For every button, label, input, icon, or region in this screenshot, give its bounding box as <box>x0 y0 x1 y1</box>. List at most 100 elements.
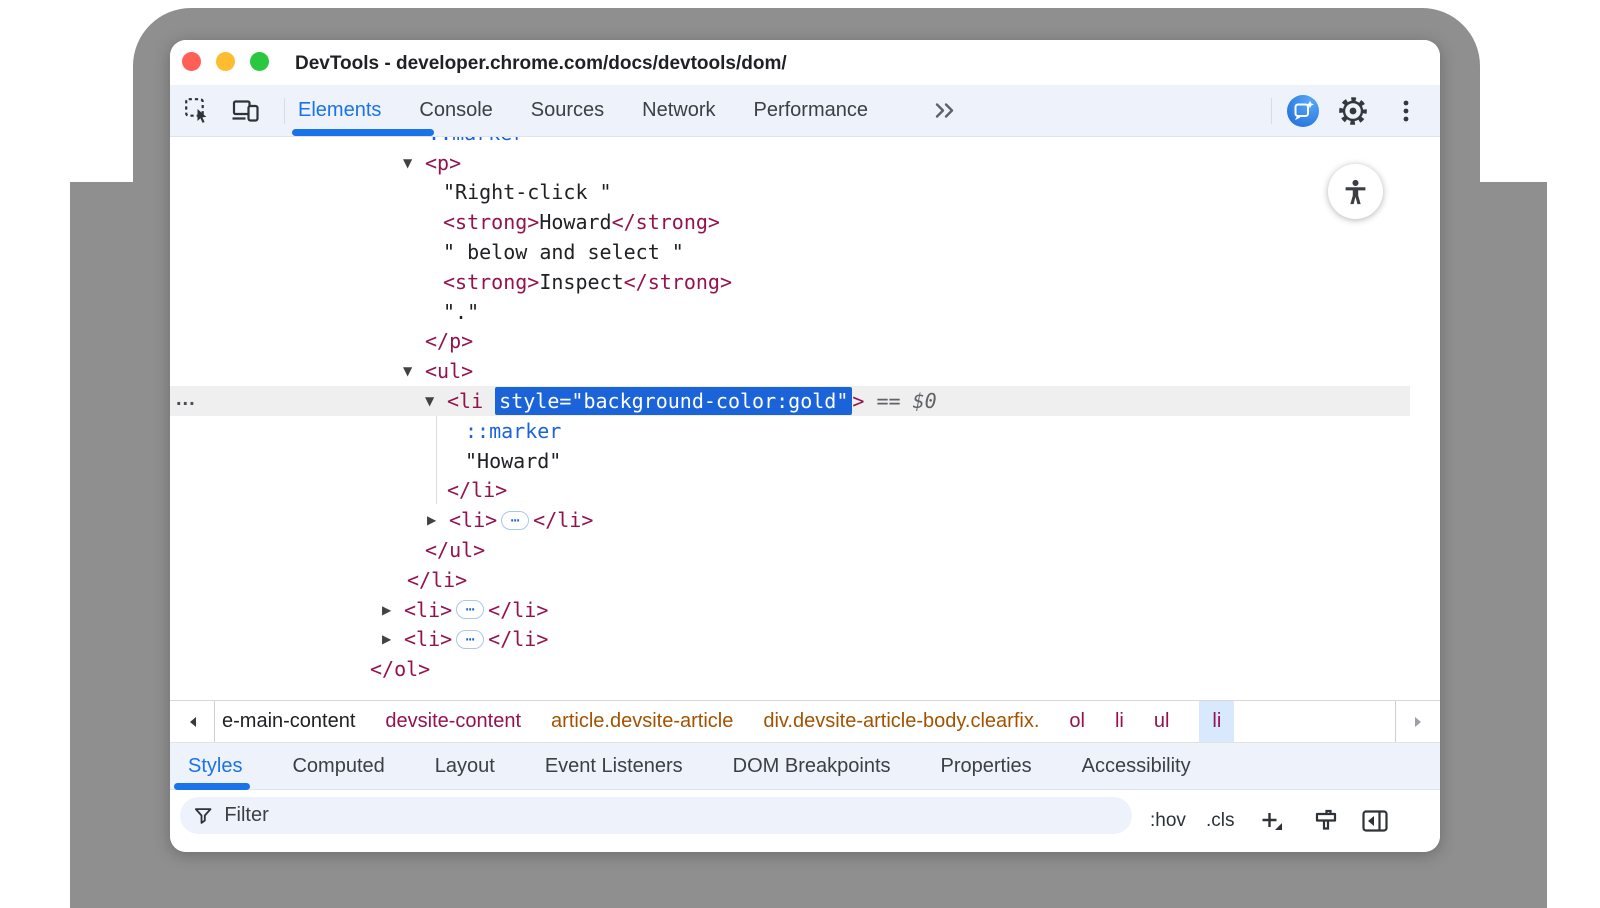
breadcrumb-scroll-right-button[interactable] <box>1395 701 1440 742</box>
dom-segment-text: "." <box>443 300 479 324</box>
collapsed-content-ellipsis[interactable]: ⋯ <box>501 511 529 530</box>
settings-gear-icon[interactable] <box>1338 96 1368 131</box>
dom-segment-tag: > <box>852 389 864 413</box>
filter-field[interactable] <box>180 797 1132 834</box>
panel-tab-event-listeners[interactable]: Event Listeners <box>545 755 683 778</box>
brush-icon[interactable] <box>1314 790 1338 852</box>
dom-segment-tag: <ul> <box>425 359 473 383</box>
sidebar-panel-tabs: Styles Computed Layout Event Listeners DOM B… <box>170 742 1440 790</box>
breadcrumb-scroll-left-button[interactable] <box>170 701 215 742</box>
breadcrumb: e-main-content devsite-content article.dev… <box>214 701 1396 742</box>
zoom-button[interactable] <box>250 52 269 71</box>
expand-arrow-icon[interactable]: ▶ <box>382 603 404 617</box>
dom-tree-row[interactable]: <strong>Howard</strong> <box>170 207 1410 237</box>
breadcrumb-item[interactable]: ol <box>1069 710 1085 733</box>
tab-performance[interactable]: Performance <box>754 99 869 122</box>
dom-segment-tag: </ul> <box>425 538 485 562</box>
dom-tree-row[interactable]: <strong>Inspect</strong> <box>170 267 1410 297</box>
dom-segment-tag: </ol> <box>370 657 430 681</box>
dom-segment-text: Inspect <box>539 270 623 294</box>
panel-tab-styles[interactable]: Styles <box>188 755 242 778</box>
filter-funnel-icon <box>194 807 212 825</box>
breadcrumb-item[interactable]: li <box>1199 701 1234 742</box>
element-classes-button[interactable]: .cls <box>1206 790 1235 852</box>
collapsed-content-ellipsis[interactable]: ⋯ <box>456 600 484 619</box>
dom-tree-row[interactable]: </li> <box>170 565 1410 595</box>
breadcrumb-item[interactable]: article.devsite-article <box>551 710 733 733</box>
dom-tree-row[interactable]: "." <box>170 297 1410 327</box>
dom-tree-row[interactable]: ▶<li>⋯</li> <box>170 505 1410 535</box>
collapsed-content-ellipsis[interactable]: ⋯ <box>456 630 484 649</box>
breadcrumb-item[interactable]: e-main-content <box>222 710 355 733</box>
panel-tab-layout[interactable]: Layout <box>435 755 495 778</box>
dom-tree-row[interactable]: "Right-click " <box>170 178 1410 208</box>
minimize-button[interactable] <box>216 52 235 71</box>
more-tabs-chevron-icon[interactable] <box>934 102 957 119</box>
breadcrumb-item[interactable]: li <box>1115 710 1124 733</box>
dom-segment-tag: </strong> <box>612 210 720 234</box>
dom-segment-tag: <p> <box>425 151 461 175</box>
accessibility-person-icon <box>1342 178 1369 205</box>
accessibility-overlay-button[interactable] <box>1328 164 1383 219</box>
dom-tree-row[interactable]: ▶<li>⋯</li> <box>170 625 1410 655</box>
dom-segment-tag: <li> <box>449 508 497 532</box>
window-titlebar[interactable]: DevTools - developer.chrome.com/docs/dev… <box>170 40 1440 85</box>
dom-tree-row[interactable]: ▼<ul> <box>170 356 1410 386</box>
dom-segment-tag: </p> <box>425 329 473 353</box>
dom-segment-text: Howard <box>539 210 611 234</box>
panel-tab-computed[interactable]: Computed <box>292 755 384 778</box>
panel-tab-properties[interactable]: Properties <box>941 755 1032 778</box>
tab-network[interactable]: Network <box>642 99 715 122</box>
dom-segment-tag: </li> <box>533 508 593 532</box>
close-button[interactable] <box>182 52 201 71</box>
window-title: DevTools - developer.chrome.com/docs/dev… <box>295 40 787 85</box>
breadcrumb-item[interactable]: div.devsite-article-body.clearfix. <box>763 710 1039 733</box>
expand-arrow-icon[interactable]: ▶ <box>382 632 404 646</box>
dom-segment-text: "Howard" <box>465 449 561 473</box>
collapse-arrow-icon[interactable]: ▼ <box>403 364 425 378</box>
dom-tree-row[interactable]: ▶<li>⋯</li> <box>170 595 1410 625</box>
toggle-element-state-button[interactable]: :hov <box>1150 790 1186 852</box>
new-style-rule-plus-icon[interactable] <box>1260 790 1283 852</box>
toggle-sidebar-icon[interactable] <box>1362 790 1388 852</box>
dom-segment-dollar: $0 <box>913 389 937 413</box>
dom-tree-row[interactable]: ::marker <box>170 416 1410 446</box>
dom-tree-row[interactable]: "Howard" <box>170 446 1410 476</box>
kebab-menu-icon[interactable] <box>1398 96 1414 131</box>
collapse-arrow-icon[interactable]: ▼ <box>403 156 425 170</box>
collapse-arrow-icon[interactable]: ▼ <box>425 394 447 408</box>
dom-segment-tag: </li> <box>447 478 507 502</box>
dom-segment-tag: </li> <box>488 598 548 622</box>
dom-segment-text: "Right-click " <box>443 180 612 204</box>
dom-tree-row[interactable]: </li> <box>170 476 1410 506</box>
dom-tree: ::marker▼<p>"Right-click "<strong>Howard… <box>170 118 1410 684</box>
device-toolbar-icon[interactable] <box>232 99 260 128</box>
breadcrumb-bar: e-main-content devsite-content article.dev… <box>170 700 1440 742</box>
dom-tree-row[interactable]: ...▼<li style="background-color:gold"> =… <box>170 386 1410 416</box>
dom-segment-tag: <li> <box>404 627 452 651</box>
inspect-icon[interactable] <box>184 97 212 130</box>
dom-segment-tag: </strong> <box>624 270 732 294</box>
dom-tree-row[interactable]: </p> <box>170 327 1410 357</box>
tab-console[interactable]: Console <box>419 99 492 122</box>
dom-tree-row[interactable]: " below and select " <box>170 237 1410 267</box>
dom-tree-row[interactable]: </ol> <box>170 654 1410 684</box>
breadcrumb-item[interactable]: ul <box>1154 710 1170 733</box>
dom-segment-text: " below and select " <box>443 240 684 264</box>
filter-input[interactable] <box>222 803 1118 828</box>
dom-segment-pseudo: ::marker <box>465 419 561 443</box>
dom-tree-row[interactable]: </ul> <box>170 535 1410 565</box>
tab-sources[interactable]: Sources <box>531 99 604 122</box>
dom-tree-row[interactable]: ▼<p> <box>170 148 1410 178</box>
page-background: DevTools - developer.chrome.com/docs/dev… <box>0 0 1600 908</box>
panel-tab-accessibility[interactable]: Accessibility <box>1082 755 1191 778</box>
ai-assistant-icon[interactable] <box>1286 94 1320 133</box>
tab-elements[interactable]: Elements <box>298 99 381 122</box>
expand-arrow-icon[interactable]: ▶ <box>427 513 449 527</box>
breadcrumb-item[interactable]: devsite-content <box>385 710 521 733</box>
row-menu-dots-icon[interactable]: ... <box>176 388 196 411</box>
active-tab-underline <box>292 129 434 136</box>
dom-segment-tag: <li> <box>404 598 452 622</box>
styles-toolbar: :hov .cls <box>170 790 1440 852</box>
panel-tab-dom-breakpoints[interactable]: DOM Breakpoints <box>733 755 891 778</box>
